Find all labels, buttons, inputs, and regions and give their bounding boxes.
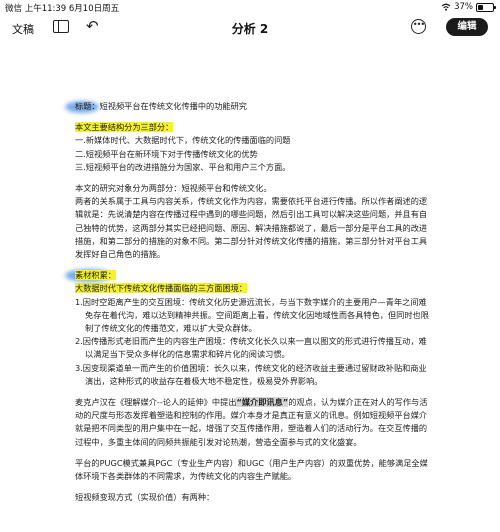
wifi-icon	[441, 3, 451, 11]
value-heading: 短视频变现方式（实现价值）有两种：	[75, 492, 215, 503]
back-to-documents-button[interactable]: 文稿	[12, 21, 34, 37]
structure-item: 一.新媒体时代、大数据时代下，传统文化的传播面临的问题	[75, 135, 291, 146]
sidebar-toggle-icon[interactable]	[53, 20, 69, 33]
mcluhan-paragraph: 麦克卢汉在《理解媒介--论人的延伸》中提出“媒介即讯息”的观点，认为媒介正在对人…	[75, 397, 428, 447]
material-item: 1.因时空距离产生的交互困境：传统文化历史源远流长，与当下数字媒介的主要用户—青…	[75, 296, 429, 334]
structure-item: 二.短视频平台在新环境下对于传播传统文化的优势	[75, 148, 258, 159]
more-circle-icon[interactable]: •••	[411, 19, 426, 34]
status-bar: 微信 上午11:39 6月10日周五 37%	[0, 0, 500, 14]
battery-percent: 37%	[454, 2, 473, 12]
document-title[interactable]: 分析 2	[232, 22, 269, 36]
media-is-message-highlight: “媒介即讯息”	[236, 397, 289, 408]
document-body[interactable]: 标题：短视频平台在传统文化传播中的功能研究 本文主要结构分为三部分： 一.新媒体…	[65, 100, 431, 504]
doc-title: 标题：短视频平台在传统文化传播中的功能研究	[65, 100, 431, 113]
status-right: 37%	[441, 2, 496, 12]
material-heading: 大数据时代下传统文化传播面临的三方面困境：	[75, 283, 247, 294]
material-item: 2.因传播形式老旧而产生的内容生产困境：传统文化长久以来一直以图文的形式进行传播…	[75, 336, 427, 360]
undo-icon[interactable]: ↶	[86, 17, 99, 35]
platform-paragraph: 平台的PUGC模式兼具PGC（专业生产内容）和UGC（用户生产内容）的双重优势，…	[75, 457, 428, 482]
edit-button[interactable]: 编辑	[446, 18, 488, 36]
material-tag: 素材积累：	[65, 269, 431, 283]
status-left: 微信 上午11:39 6月10日周五	[5, 4, 120, 14]
toolbar: 文稿 ↶ 分析 2 ••• 编辑	[0, 14, 500, 42]
intro-line: 本文的研究对象分为两部分：短视频平台和传统文化。	[75, 183, 272, 194]
structure-item: 三.短视频平台的改进措施分为国家、平台和用户三个方面。	[75, 161, 291, 172]
battery-icon	[476, 2, 496, 12]
material-item: 3.因变现渠道单一而产生的价值困境：长久以来，传统文化的经济收益主要通过留财政补…	[75, 362, 427, 386]
structure-heading: 本文主要结构分为三部分：	[75, 122, 174, 133]
intro-paragraph: 两者的关系属于工具与内容关系，传统文化作为内容，需要依托平台进行传播。所以作者阐…	[75, 196, 428, 260]
